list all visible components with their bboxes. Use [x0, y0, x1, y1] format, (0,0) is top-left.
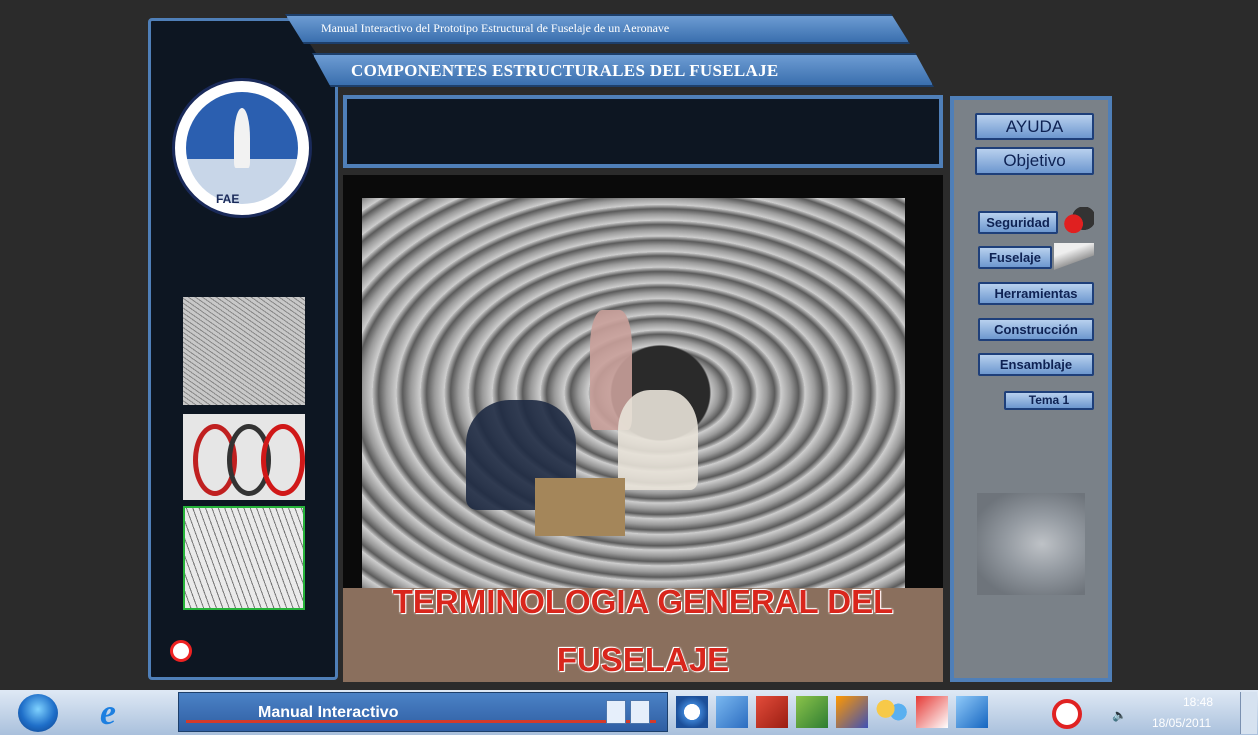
safety-gear-icon[interactable]: [1060, 207, 1094, 235]
taskbar-progress-line: [186, 720, 656, 723]
users-icon[interactable]: [876, 696, 908, 728]
windows-start-icon[interactable]: [18, 694, 58, 732]
taskbar-thumbnail[interactable]: [606, 700, 626, 724]
thumbnail-fuselage-frame[interactable]: [183, 297, 305, 405]
header-title-bar: Manual Interactivo del Prototipo Estruct…: [285, 14, 910, 44]
fuselage-interior-photo: [362, 198, 905, 588]
chart-icon[interactable]: [836, 696, 868, 728]
logo-text: FAE: [216, 192, 240, 206]
internet-explorer-icon[interactable]: e: [100, 694, 136, 730]
caption-line-1: TERMINOLOGIA GENERAL DEL: [392, 583, 894, 620]
no-entry-icon[interactable]: [1052, 699, 1082, 729]
taskbar-app-button[interactable]: [178, 692, 668, 732]
help-button[interactable]: AYUDA: [975, 113, 1094, 140]
thumbnail-fuselage-structure[interactable]: [183, 506, 305, 610]
fuselage-button[interactable]: Fuselaje: [978, 246, 1052, 269]
photo-crate: [535, 478, 625, 536]
assembly-button[interactable]: Ensamblaje: [978, 353, 1094, 376]
clock-time[interactable]: 18:48: [1168, 695, 1228, 709]
main-caption: TERMINOLOGIA GENERAL DEL FUSELAJE: [343, 580, 943, 682]
speaker-icon[interactable]: 🔈: [1112, 708, 1127, 722]
taskbar-thumbnail[interactable]: [630, 700, 650, 724]
space-shuttle-icon: [234, 108, 250, 168]
fuselage-preview-image: [977, 493, 1085, 595]
tools-button[interactable]: Herramientas: [978, 282, 1094, 305]
caption-line-2: FUSELAJE: [556, 641, 730, 678]
construction-button[interactable]: Construcción: [978, 318, 1094, 341]
info-display-box: [343, 95, 943, 168]
photo-worker-right: [618, 390, 698, 490]
safety-button[interactable]: Seguridad: [978, 211, 1058, 234]
calendar-icon[interactable]: [916, 696, 948, 728]
tools-icon[interactable]: [796, 696, 828, 728]
no-entry-icon[interactable]: [170, 640, 192, 662]
show-desktop-button[interactable]: [1240, 692, 1257, 734]
thumbnail-fuselage-sections[interactable]: [183, 414, 305, 500]
objective-button[interactable]: Objetivo: [975, 147, 1094, 175]
section-title-bar: COMPONENTES ESTRUCTURALES DEL FUSELAJE: [312, 53, 934, 87]
document-icon[interactable]: [956, 696, 988, 728]
clock-app-icon[interactable]: [676, 696, 708, 728]
clock-date[interactable]: 18/05/2011: [1152, 716, 1211, 730]
topic-1-button[interactable]: Tema 1: [1004, 391, 1094, 410]
section-title: COMPONENTES ESTRUCTURALES DEL FUSELAJE: [351, 61, 779, 80]
mail-icon[interactable]: [716, 696, 748, 728]
fuselage-icon[interactable]: [1054, 243, 1094, 273]
section-ring-icon: [261, 424, 305, 496]
folder-icon[interactable]: [756, 696, 788, 728]
header-title: Manual Interactivo del Prototipo Estruct…: [321, 21, 670, 35]
